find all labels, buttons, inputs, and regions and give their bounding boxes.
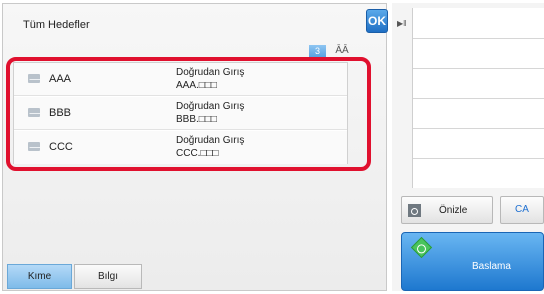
ok-button[interactable]: OK <box>366 9 388 33</box>
divider <box>413 128 544 129</box>
highlight-frame <box>6 57 371 171</box>
job-list <box>412 8 544 188</box>
divider <box>413 158 544 159</box>
play-icon[interactable]: ▶‖ <box>397 19 406 28</box>
start-icon <box>410 236 433 259</box>
tab-to[interactable]: Kıme <box>7 264 72 289</box>
screen: Tüm Hedefler OK 3 ĀĀ AAA Doğrudan Gırış … <box>0 0 544 294</box>
preview-label: Önizle <box>439 205 468 216</box>
divider <box>413 68 544 69</box>
start-button[interactable]: Baslama <box>401 232 544 291</box>
divider <box>413 38 544 39</box>
preview-icon <box>408 204 421 217</box>
tab-info[interactable]: Bılgı <box>74 264 142 289</box>
start-label: Baslama <box>472 261 511 272</box>
clear-all-button[interactable]: CA <box>500 196 544 224</box>
preview-button[interactable]: Önizle <box>401 196 493 224</box>
divider <box>413 98 544 99</box>
page-title: Tüm Hedefler <box>23 19 90 31</box>
count-badge: 3 <box>309 45 326 57</box>
